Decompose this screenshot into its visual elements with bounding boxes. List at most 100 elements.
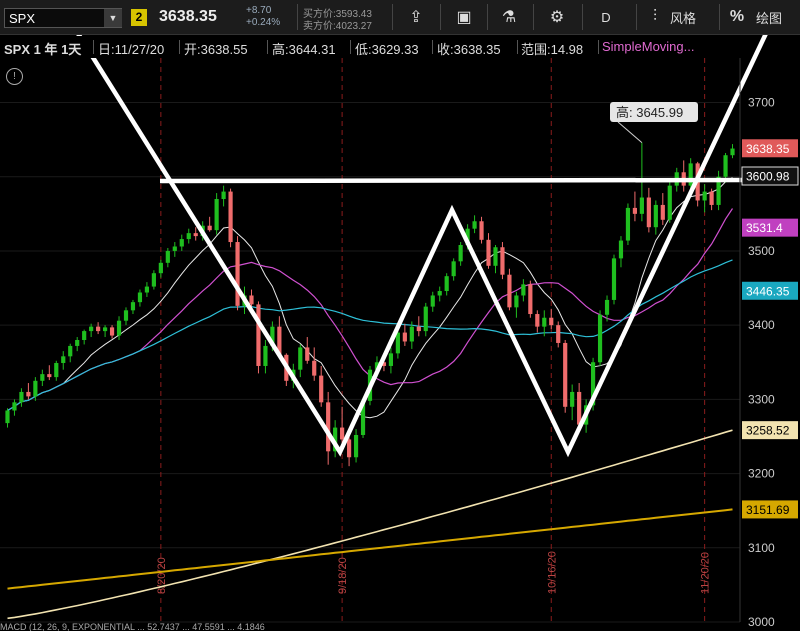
candle-body bbox=[702, 191, 707, 201]
date-marker-label: 11/20/20 bbox=[700, 552, 712, 594]
candle-body bbox=[214, 199, 219, 231]
candle-body bbox=[158, 262, 163, 274]
candle-body bbox=[82, 331, 87, 340]
candle-body bbox=[618, 240, 624, 259]
period-button[interactable]: D bbox=[588, 0, 624, 34]
price-chart[interactable]: 8/20/20 9/18/20 10/16/20 11/20/20 300031003… bbox=[0, 0, 800, 631]
candle-body bbox=[235, 242, 240, 306]
percent-change: +0.24% bbox=[246, 17, 281, 28]
candle-body bbox=[472, 221, 477, 229]
candle-body bbox=[340, 427, 345, 440]
candle-body bbox=[660, 204, 665, 220]
candle-body bbox=[137, 292, 143, 303]
candle-body bbox=[458, 245, 463, 262]
draw-icon[interactable]: % bbox=[726, 0, 748, 34]
candle-body bbox=[12, 402, 17, 411]
candle-body bbox=[263, 345, 268, 366]
study-label[interactable]: SimpleMoving... bbox=[602, 39, 694, 54]
y-tick-label: 3300 bbox=[748, 392, 775, 406]
candle-body bbox=[493, 247, 498, 266]
candle-body bbox=[653, 204, 658, 228]
candle-body bbox=[597, 314, 603, 363]
bar-low: 低:3629.33 bbox=[355, 42, 419, 57]
candle-body bbox=[611, 258, 617, 300]
price-tag-label: 3638.35 bbox=[746, 142, 790, 156]
settings-panel-icon[interactable]: ▣ bbox=[446, 0, 482, 34]
candle-body bbox=[709, 191, 714, 205]
candle-body bbox=[667, 185, 672, 220]
candle-body bbox=[535, 314, 540, 327]
candle-body bbox=[102, 327, 108, 332]
candle-body bbox=[109, 327, 115, 336]
candle-body bbox=[47, 374, 52, 378]
candle-body bbox=[570, 391, 575, 407]
candle-body bbox=[151, 273, 156, 287]
candle-body bbox=[730, 148, 735, 156]
candle-body bbox=[632, 207, 638, 214]
neckline bbox=[159, 177, 746, 184]
candle-body bbox=[144, 286, 150, 293]
date-marker-label: 9/18/20 bbox=[337, 557, 349, 594]
style-icon[interactable]: ⫶ bbox=[646, 0, 664, 34]
candle-body bbox=[395, 332, 400, 354]
candle-body bbox=[486, 239, 491, 266]
macd-label: MACD (12, 26, 9, EXPONENTIAL ... 52.7437… bbox=[0, 622, 265, 631]
bar-high: 高:3644.31 bbox=[272, 42, 336, 57]
price-tag-label: 3531.4 bbox=[746, 221, 783, 235]
studies-flask-icon[interactable]: ⚗ bbox=[491, 0, 527, 34]
candle-body bbox=[33, 380, 38, 397]
info-bar: SPX 1 年 1天 日:11/27/20 开:3638.55 高:3644.3… bbox=[0, 36, 740, 58]
y-tick-label: 3700 bbox=[748, 96, 775, 110]
candle-body bbox=[451, 261, 456, 277]
candle-body bbox=[116, 320, 122, 336]
bar-date: 日:11/27/20 bbox=[98, 42, 165, 57]
candle-body bbox=[54, 363, 59, 378]
candle-body bbox=[514, 295, 519, 308]
candle-body bbox=[256, 304, 261, 366]
candle-body bbox=[89, 326, 94, 332]
price-tag-label: 3600.98 bbox=[746, 170, 790, 184]
share-icon[interactable]: ⇪ bbox=[398, 0, 434, 34]
price-tag-label: 3258.52 bbox=[746, 424, 790, 438]
candle-body bbox=[186, 233, 191, 240]
candle-body bbox=[528, 284, 533, 315]
candle-body bbox=[556, 325, 561, 343]
candle-body bbox=[625, 207, 631, 241]
candle-body bbox=[409, 326, 414, 342]
candle-body bbox=[228, 191, 233, 243]
gear-icon[interactable]: ⚙ bbox=[539, 0, 575, 34]
candle-body bbox=[96, 326, 101, 332]
candle-body bbox=[577, 391, 582, 425]
candle-body bbox=[40, 374, 45, 381]
ask-price: 卖方价:4023.27 bbox=[303, 21, 372, 32]
candle-body bbox=[604, 299, 610, 315]
candle-body bbox=[165, 250, 170, 263]
candle-body bbox=[639, 197, 644, 214]
candle-body bbox=[416, 326, 421, 332]
draw-button[interactable]: 绘图 bbox=[756, 0, 782, 34]
chevron-down-icon[interactable]: ▼ bbox=[104, 9, 122, 27]
price-tag-label: 3446.35 bbox=[746, 284, 790, 298]
candle-body bbox=[430, 295, 435, 307]
candle-body bbox=[521, 284, 526, 296]
high-callout-label: 高: 3645.99 bbox=[616, 105, 683, 120]
price-tag-label: 3151.69 bbox=[746, 503, 790, 517]
candle-body bbox=[26, 391, 31, 397]
crosshair-icon[interactable]: ! bbox=[6, 68, 23, 85]
candle-body bbox=[500, 247, 505, 275]
candle-body bbox=[68, 345, 73, 357]
candle-body bbox=[479, 221, 484, 240]
date-marker-label: 10/16/20 bbox=[546, 551, 558, 594]
candle-body bbox=[353, 434, 359, 458]
net-change: +8.70 bbox=[246, 5, 272, 16]
candle-body bbox=[75, 340, 80, 346]
candle-body bbox=[423, 306, 428, 332]
candle-body bbox=[207, 225, 212, 231]
date-marker-label: 8/20/20 bbox=[156, 557, 168, 594]
candle-body bbox=[179, 239, 184, 247]
link-group-badge[interactable]: 2 bbox=[131, 9, 147, 26]
candle-body bbox=[507, 274, 512, 308]
style-button[interactable]: 风格 bbox=[670, 0, 696, 34]
candle-body bbox=[563, 342, 568, 407]
candle-body bbox=[123, 310, 129, 321]
